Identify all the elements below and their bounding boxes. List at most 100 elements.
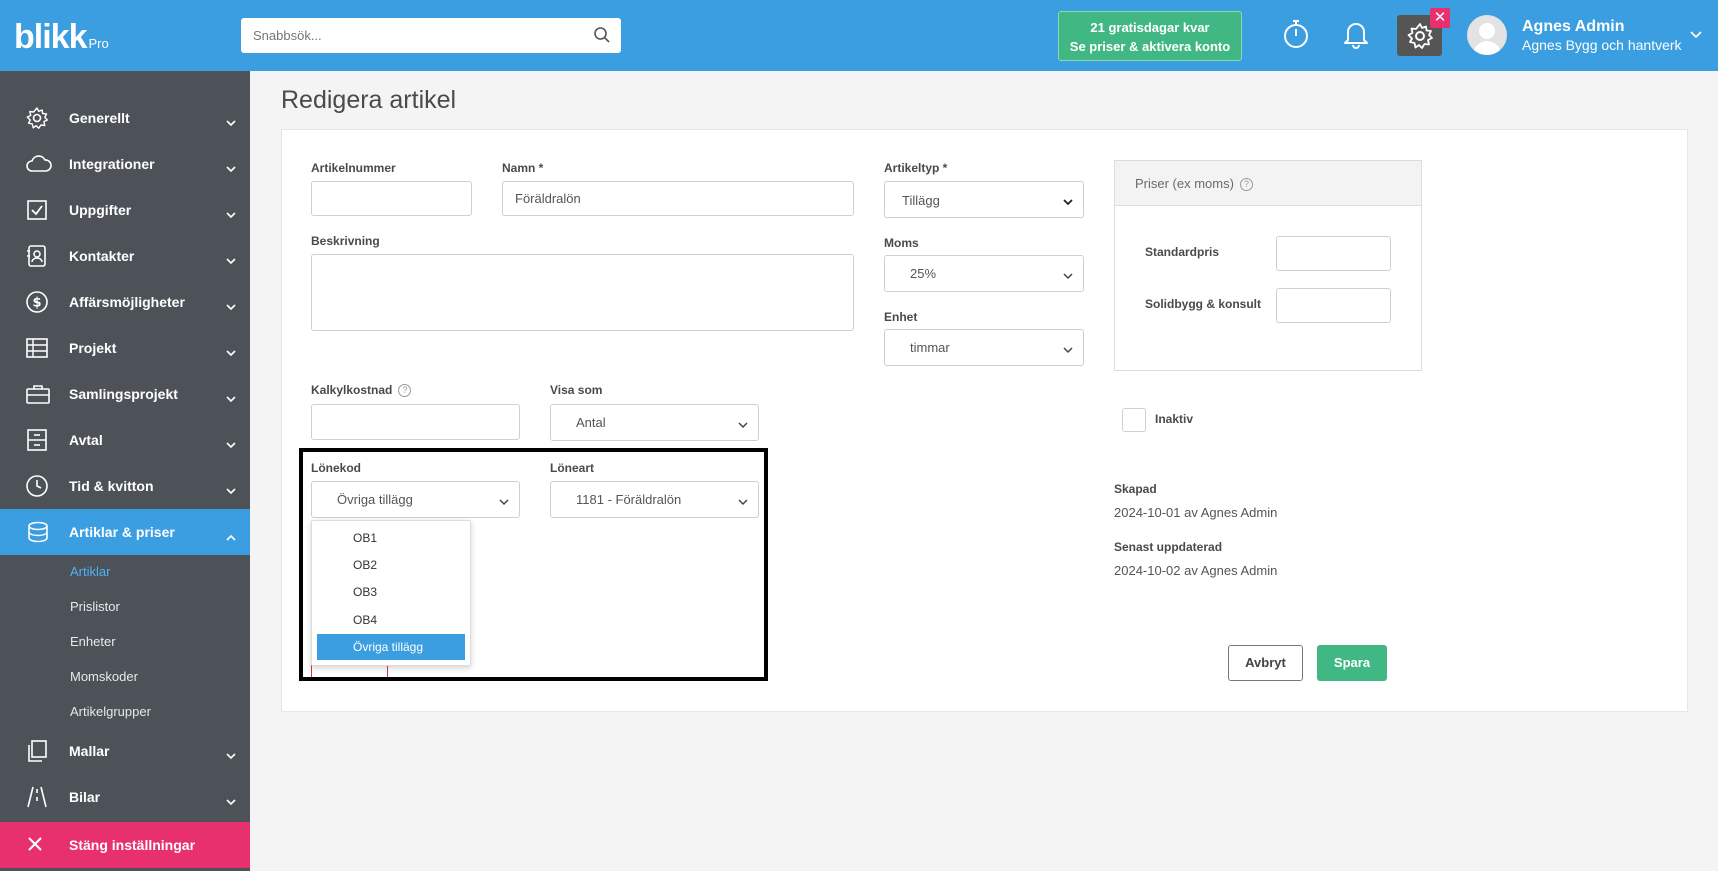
cancel-button[interactable]: Avbryt — [1228, 645, 1303, 681]
namn-label: Namn * — [502, 161, 544, 175]
trial-banner-button[interactable]: 21 gratisdagar kvar Se priser & aktivera… — [1058, 11, 1242, 61]
avatar[interactable] — [1467, 15, 1507, 55]
svg-text:$: $ — [32, 296, 41, 311]
close-icon — [27, 836, 43, 855]
sidebar-item-samlingsprojekt[interactable]: Samlingsprojekt — [0, 371, 250, 417]
kalkylkostnad-input[interactable] — [311, 404, 520, 440]
solidbygg-konsult-label: Solidbygg & konsult — [1145, 297, 1261, 311]
visa-som-value: Antal — [576, 415, 606, 430]
gear-icon — [25, 106, 49, 133]
moms-label: Moms — [884, 236, 919, 250]
chevron-down-icon — [1063, 194, 1073, 209]
chevron-down-icon — [226, 252, 236, 268]
enhet-value: timmar — [910, 340, 950, 355]
artikelnummer-label: Artikelnummer — [311, 161, 396, 175]
search-icon[interactable] — [593, 26, 611, 47]
sidebar-item-affarsmojligheter[interactable]: $ Affärsmöjligheter — [0, 279, 250, 325]
skapad-label: Skapad — [1114, 482, 1157, 496]
sidebar-item-generellt[interactable]: Generellt — [0, 95, 250, 141]
beskrivning-label: Beskrivning — [311, 234, 380, 248]
sidebar: Generellt Integrationer Uppgifter Kontak… — [0, 71, 250, 871]
cloud-icon — [25, 152, 53, 179]
lonekod-option-ovriga-tillagg[interactable]: Övriga tillägg — [317, 634, 465, 660]
sidebar-item-kontakter[interactable]: Kontakter — [0, 233, 250, 279]
uppdaterad-value: 2024-10-02 av Agnes Admin — [1114, 563, 1278, 578]
sidebar-subitem-artikelgrupper[interactable]: Artikelgrupper — [70, 704, 151, 719]
quick-search — [241, 18, 621, 53]
chevron-down-icon — [226, 436, 236, 452]
lonekod-option-ob1[interactable]: OB1 — [317, 525, 465, 551]
artikeltyp-value: Tillägg — [902, 193, 940, 208]
help-icon[interactable]: ? — [1239, 178, 1253, 191]
standardpris-label: Standardpris — [1145, 245, 1220, 259]
uppdaterad-label: Senast uppdaterad — [1114, 540, 1223, 554]
checkbox-icon — [25, 198, 49, 225]
chevron-down-icon — [226, 114, 236, 130]
inaktiv-label: Inaktiv — [1155, 412, 1194, 426]
chevron-down-icon — [226, 160, 236, 176]
artikeltyp-label: Artikeltyp * — [884, 161, 948, 175]
skapad-value: 2024-10-01 av Agnes Admin — [1114, 505, 1278, 520]
clock-icon — [25, 474, 49, 501]
user-company[interactable]: Agnes Bygg och hantverk — [1522, 37, 1682, 53]
lonekod-dropdown-list: OB1 OB2 OB3 OB4 Övriga tillägg — [311, 520, 471, 666]
chevron-down-icon — [226, 344, 236, 360]
top-bar: blikkPro 21 gratisdagar kvar Se priser &… — [0, 0, 1718, 71]
chevron-down-icon — [226, 747, 236, 763]
sidebar-subitem-prislistor[interactable]: Prislistor — [70, 599, 120, 614]
close-settings-badge[interactable]: ✕ — [1430, 8, 1450, 28]
sidebar-item-projekt[interactable]: Projekt — [0, 325, 250, 371]
sidebar-item-avtal[interactable]: Avtal — [0, 417, 250, 463]
standardpris-input[interactable] — [1276, 236, 1391, 271]
sidebar-item-mallar[interactable]: Mallar — [0, 728, 250, 774]
inaktiv-checkbox[interactable] — [1122, 408, 1146, 432]
sidebar-subitem-artiklar[interactable]: Artiklar — [70, 564, 110, 579]
sidebar-subitem-enheter[interactable]: Enheter — [70, 634, 116, 649]
trial-activate-text: Se priser & aktivera konto — [1069, 39, 1231, 54]
chevron-down-icon[interactable] — [1690, 27, 1702, 42]
moms-select[interactable]: 25% — [884, 255, 1084, 292]
solidbygg-konsult-input[interactable] — [1276, 288, 1391, 323]
chevron-down-icon — [226, 206, 236, 222]
app-logo[interactable]: blikk Pro — [14, 18, 109, 57]
copy-icon — [25, 739, 49, 766]
enhet-select[interactable]: timmar — [884, 329, 1084, 366]
visa-som-label: Visa som — [550, 383, 603, 397]
sidebar-item-integrationer[interactable]: Integrationer — [0, 141, 250, 187]
lonekod-option-ob3[interactable]: OB3 — [317, 579, 465, 605]
chevron-down-icon — [1063, 268, 1073, 283]
coins-icon — [25, 520, 51, 547]
contact-icon — [25, 244, 49, 271]
namn-input[interactable] — [502, 181, 854, 216]
kalkylkostnad-label: Kalkylkostnad? — [311, 383, 412, 397]
trial-days-text: 21 gratisdagar kvar — [1090, 20, 1210, 35]
beskrivning-textarea[interactable] — [311, 254, 854, 331]
lonekod-option-ob4[interactable]: OB4 — [317, 607, 465, 633]
chevron-down-icon — [1063, 342, 1073, 357]
dollar-icon: $ — [25, 290, 49, 317]
artikeltyp-select[interactable]: Tillägg — [884, 181, 1084, 218]
sidebar-item-bilar[interactable]: Bilar — [0, 774, 250, 820]
sidebar-item-tid-kvitton[interactable]: Tid & kvitton — [0, 463, 250, 509]
stopwatch-icon[interactable] — [1282, 18, 1310, 53]
road-icon — [25, 785, 49, 812]
artikelnummer-input[interactable] — [311, 181, 472, 216]
help-icon[interactable]: ? — [398, 384, 412, 397]
lonekod-option-ob2[interactable]: OB2 — [317, 552, 465, 578]
search-input[interactable] — [241, 18, 571, 53]
close-settings-button[interactable]: Stäng inställningar — [0, 822, 250, 868]
chevron-down-icon — [226, 390, 236, 406]
table-icon — [25, 336, 49, 363]
visa-som-select[interactable]: Antal — [550, 404, 759, 441]
sidebar-item-artiklar-priser[interactable]: Artiklar & priser — [0, 509, 250, 555]
chevron-down-icon — [226, 793, 236, 809]
user-name[interactable]: Agnes Admin — [1522, 18, 1625, 36]
bell-icon[interactable] — [1343, 18, 1369, 53]
save-button[interactable]: Spara — [1317, 645, 1387, 681]
moms-value: 25% — [910, 266, 937, 281]
briefcase-icon — [25, 382, 51, 409]
page-title: Redigera artikel — [281, 86, 457, 114]
sidebar-subitem-momskoder[interactable]: Momskoder — [70, 669, 138, 684]
sidebar-item-uppgifter[interactable]: Uppgifter — [0, 187, 250, 233]
chevron-down-icon — [226, 482, 236, 498]
